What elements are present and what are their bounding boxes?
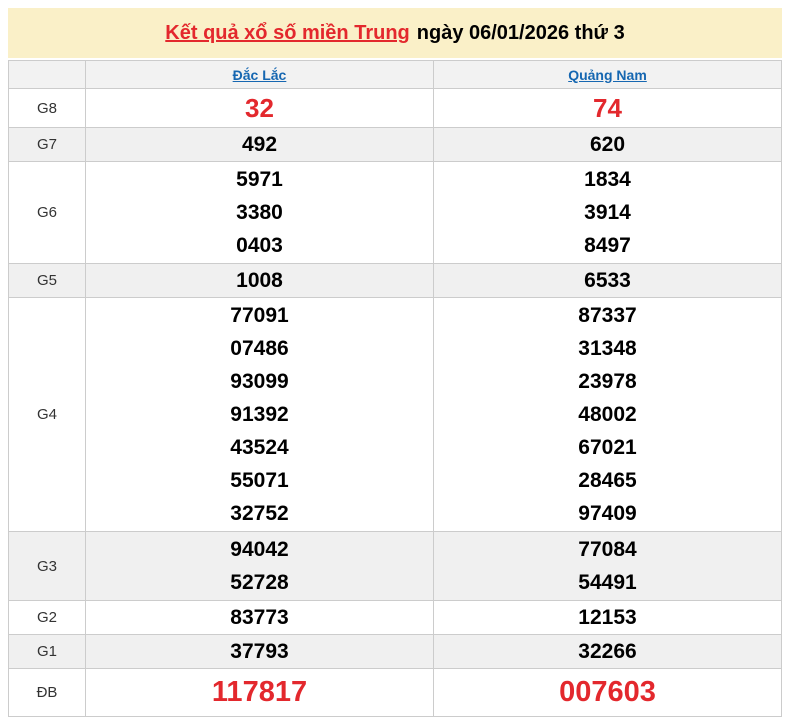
prize-cell: 1834 3914 8497: [433, 161, 782, 264]
prize-number: 37793: [230, 640, 289, 663]
prize-cell: 007603: [433, 668, 782, 717]
prize-number: 1008: [236, 269, 283, 292]
prize-number: 97409: [578, 502, 637, 525]
corner-cell: [8, 60, 86, 89]
table-row: G6 5971 3380 0403 1834 3914 8497: [8, 161, 782, 264]
prize-cell: 77091 07486 93099 91392 43524 55071 32752: [85, 297, 434, 532]
column-header-province-1: Đắc Lắc: [85, 60, 434, 89]
prize-number: 43524: [230, 436, 289, 459]
column-header-province-2: Quảng Nam: [433, 60, 782, 89]
province-link-quang-nam[interactable]: Quảng Nam: [568, 67, 647, 83]
prize-number: 48002: [578, 403, 637, 426]
prize-number: 117817: [211, 676, 308, 708]
prize-number: 0403: [236, 234, 283, 257]
column-header-row: Đắc Lắc Quảng Nam: [8, 60, 782, 89]
prize-cell: 87337 31348 23978 48002 67021 28465 97409: [433, 297, 782, 532]
prize-row-label: G5: [8, 263, 86, 298]
prize-number: 8497: [584, 234, 631, 257]
prize-number: 07486: [230, 337, 289, 360]
prize-cell: 32: [85, 88, 434, 128]
table-row: ĐB 117817 007603: [8, 668, 782, 717]
table-row: G3 94042 52728 77084 54491: [8, 531, 782, 601]
table-row: G1 37793 32266: [8, 634, 782, 669]
table-row: G4 77091 07486 93099 91392 43524 55071 32752 873…: [8, 297, 782, 532]
prize-number: 3380: [236, 201, 283, 224]
province-link-dac-lac[interactable]: Đắc Lắc: [233, 67, 287, 83]
prize-number: 77084: [578, 538, 637, 561]
prize-row-label: G8: [8, 88, 86, 128]
lottery-results-table: Đắc Lắc Quảng Nam G8 32 74 G7 492 620 G6 5971 33…: [8, 60, 782, 717]
prize-number: 77091: [230, 304, 289, 327]
prize-row-label: G3: [8, 531, 86, 601]
prize-cell: 74: [433, 88, 782, 128]
prize-cell: 6533: [433, 263, 782, 298]
prize-cell: 492: [85, 127, 434, 162]
prize-number: 83773: [230, 606, 289, 629]
prize-row-label: G2: [8, 600, 86, 635]
prize-number: 52728: [230, 571, 289, 594]
table-row: G8 32 74: [8, 88, 782, 128]
prize-row-label: G1: [8, 634, 86, 669]
table-row: G7 492 620: [8, 127, 782, 162]
prize-cell: 5971 3380 0403: [85, 161, 434, 264]
prize-cell: 12153: [433, 600, 782, 635]
prize-number: 23978: [578, 370, 637, 393]
prize-number: 32266: [578, 640, 637, 663]
prize-number: 3914: [584, 201, 631, 224]
prize-number: 91392: [230, 403, 289, 426]
prize-number: 74: [593, 93, 622, 123]
table-row: G2 83773 12153: [8, 600, 782, 635]
prize-number: 87337: [578, 304, 637, 327]
prize-number: 492: [241, 133, 278, 156]
page-title-banner: Kết quả xổ số miền Trung ngày 06/01/2026…: [8, 8, 782, 58]
prize-number: 5971: [236, 168, 283, 191]
prize-cell: 1008: [85, 263, 434, 298]
prize-number: 1834: [584, 168, 631, 191]
prize-number: 007603: [559, 676, 656, 708]
prize-number: 93099: [230, 370, 289, 393]
prize-number: 32: [245, 93, 274, 123]
prize-cell: 94042 52728: [85, 531, 434, 601]
title-region-link[interactable]: Kết quả xổ số miền Trung: [165, 22, 409, 45]
prize-number: 54491: [578, 571, 637, 594]
prize-number: 28465: [578, 469, 637, 492]
prize-number: 12153: [578, 606, 637, 629]
prize-row-label: G7: [8, 127, 86, 162]
prize-cell: 117817: [85, 668, 434, 717]
prize-cell: 77084 54491: [433, 531, 782, 601]
prize-number: 32752: [230, 502, 289, 525]
prize-number: 6533: [584, 269, 631, 292]
prize-row-label: ĐB: [8, 668, 86, 717]
prize-cell: 32266: [433, 634, 782, 669]
prize-number: 620: [589, 133, 626, 156]
prize-number: 94042: [230, 538, 289, 561]
prize-row-label: G4: [8, 297, 86, 532]
prize-number: 67021: [578, 436, 637, 459]
prize-cell: 37793: [85, 634, 434, 669]
prize-number: 55071: [230, 469, 289, 492]
prize-cell: 620: [433, 127, 782, 162]
prize-row-label: G6: [8, 161, 86, 264]
title-date: ngày 06/01/2026 thứ 3: [416, 21, 625, 44]
prize-cell: 83773: [85, 600, 434, 635]
table-row: G5 1008 6533: [8, 263, 782, 298]
prize-number: 31348: [578, 337, 637, 360]
